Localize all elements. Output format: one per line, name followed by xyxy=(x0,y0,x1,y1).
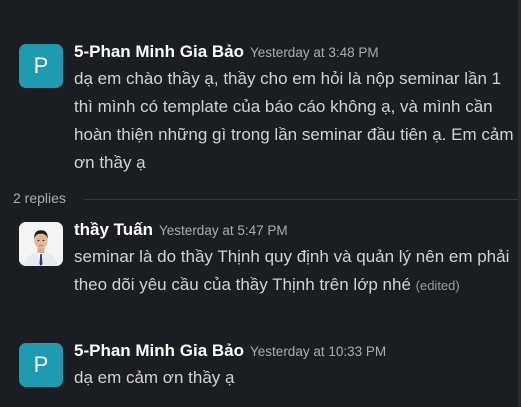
message-text: dạ em cảm ơn thầy ạ xyxy=(74,368,235,387)
message-content: 5-Phan Minh Gia Bảo Yesterday at 3:48 PM … xyxy=(74,40,514,177)
message-header: 5-Phan Minh Gia Bảo Yesterday at 10:33 PM xyxy=(74,339,514,363)
message-text: dạ em chào thầy ạ, thầy cho em hỏi là nộ… xyxy=(74,69,514,172)
message-header: thầy Tuấn Yesterday at 5:47 PM xyxy=(74,218,514,242)
message-timestamp[interactable]: Yesterday at 10:33 PM xyxy=(250,344,386,359)
message-content: 5-Phan Minh Gia Bảo Yesterday at 10:33 PM… xyxy=(74,339,514,392)
avatar[interactable]: P xyxy=(19,343,63,387)
edited-label: (edited) xyxy=(415,278,460,293)
message-header: 5-Phan Minh Gia Bảo Yesterday at 3:48 PM xyxy=(74,40,514,64)
profile-photo-icon xyxy=(19,222,63,266)
replies-divider xyxy=(84,199,518,200)
avatar[interactable]: P xyxy=(19,44,63,88)
author-name[interactable]: 5-Phan Minh Gia Bảo xyxy=(74,42,244,61)
message-timestamp[interactable]: Yesterday at 3:48 PM xyxy=(250,45,379,60)
author-name[interactable]: thầy Tuấn xyxy=(74,220,153,239)
message-timestamp[interactable]: Yesterday at 5:47 PM xyxy=(159,223,288,238)
message-text: seminar là do thầy Thịnh quy định và quả… xyxy=(74,243,514,300)
avatar[interactable] xyxy=(19,222,63,266)
replies-count: 2 replies xyxy=(13,190,66,206)
message-content: thầy Tuấn Yesterday at 5:47 PM seminar là… xyxy=(74,218,514,300)
author-name[interactable]: 5-Phan Minh Gia Bảo xyxy=(74,341,244,360)
